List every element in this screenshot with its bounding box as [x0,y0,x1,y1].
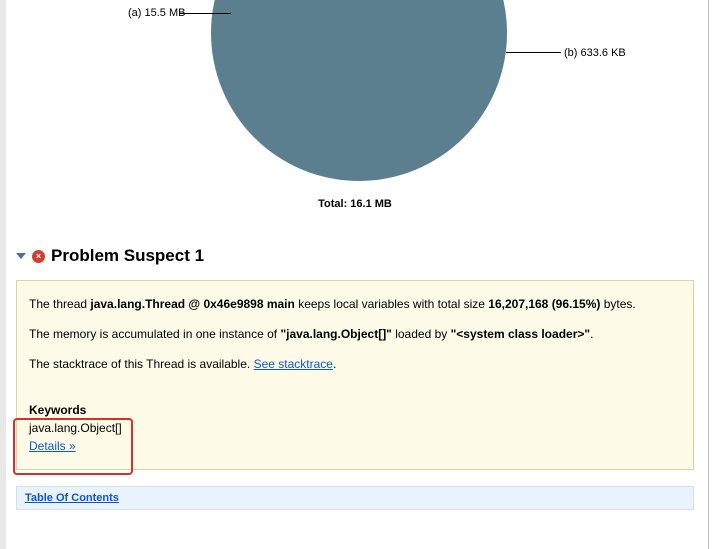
pie-label-b: (b) 633.6 KB [564,47,626,59]
table-of-contents-bar: Table Of Contents [16,486,694,510]
see-stacktrace-link[interactable]: See stacktrace [254,357,333,371]
section-title: Problem Suspect 1 [51,246,204,266]
suspect-paragraph-2: The memory is accumulated in one instanc… [29,325,681,343]
error-icon: × [32,250,45,263]
keyword-item: java.lang.Object[] [29,421,122,435]
chart-total-label: Total: 16.1 MB [16,198,694,210]
section-header[interactable]: × Problem Suspect 1 [16,246,694,266]
pie-slice-a [211,0,507,181]
table-of-contents-link[interactable]: Table Of Contents [25,492,119,504]
twisty-down-icon [16,253,26,259]
pie-chart: (a) 15.5 MB (b) 633.6 KB Total: 16.1 MB [16,0,694,200]
pie-label-a: (a) 15.5 MB [128,7,185,19]
suspect-paragraph-3: The stacktrace of this Thread is availab… [29,355,681,373]
keywords-heading: Keywords [29,403,86,417]
callout-line-a [179,13,231,14]
suspect-paragraph-1: The thread java.lang.Thread @ 0x46e9898 … [29,295,681,313]
callout-line-b [506,52,561,53]
details-link[interactable]: Details » [29,439,76,453]
problem-suspect-panel: The thread java.lang.Thread @ 0x46e9898 … [16,280,694,470]
